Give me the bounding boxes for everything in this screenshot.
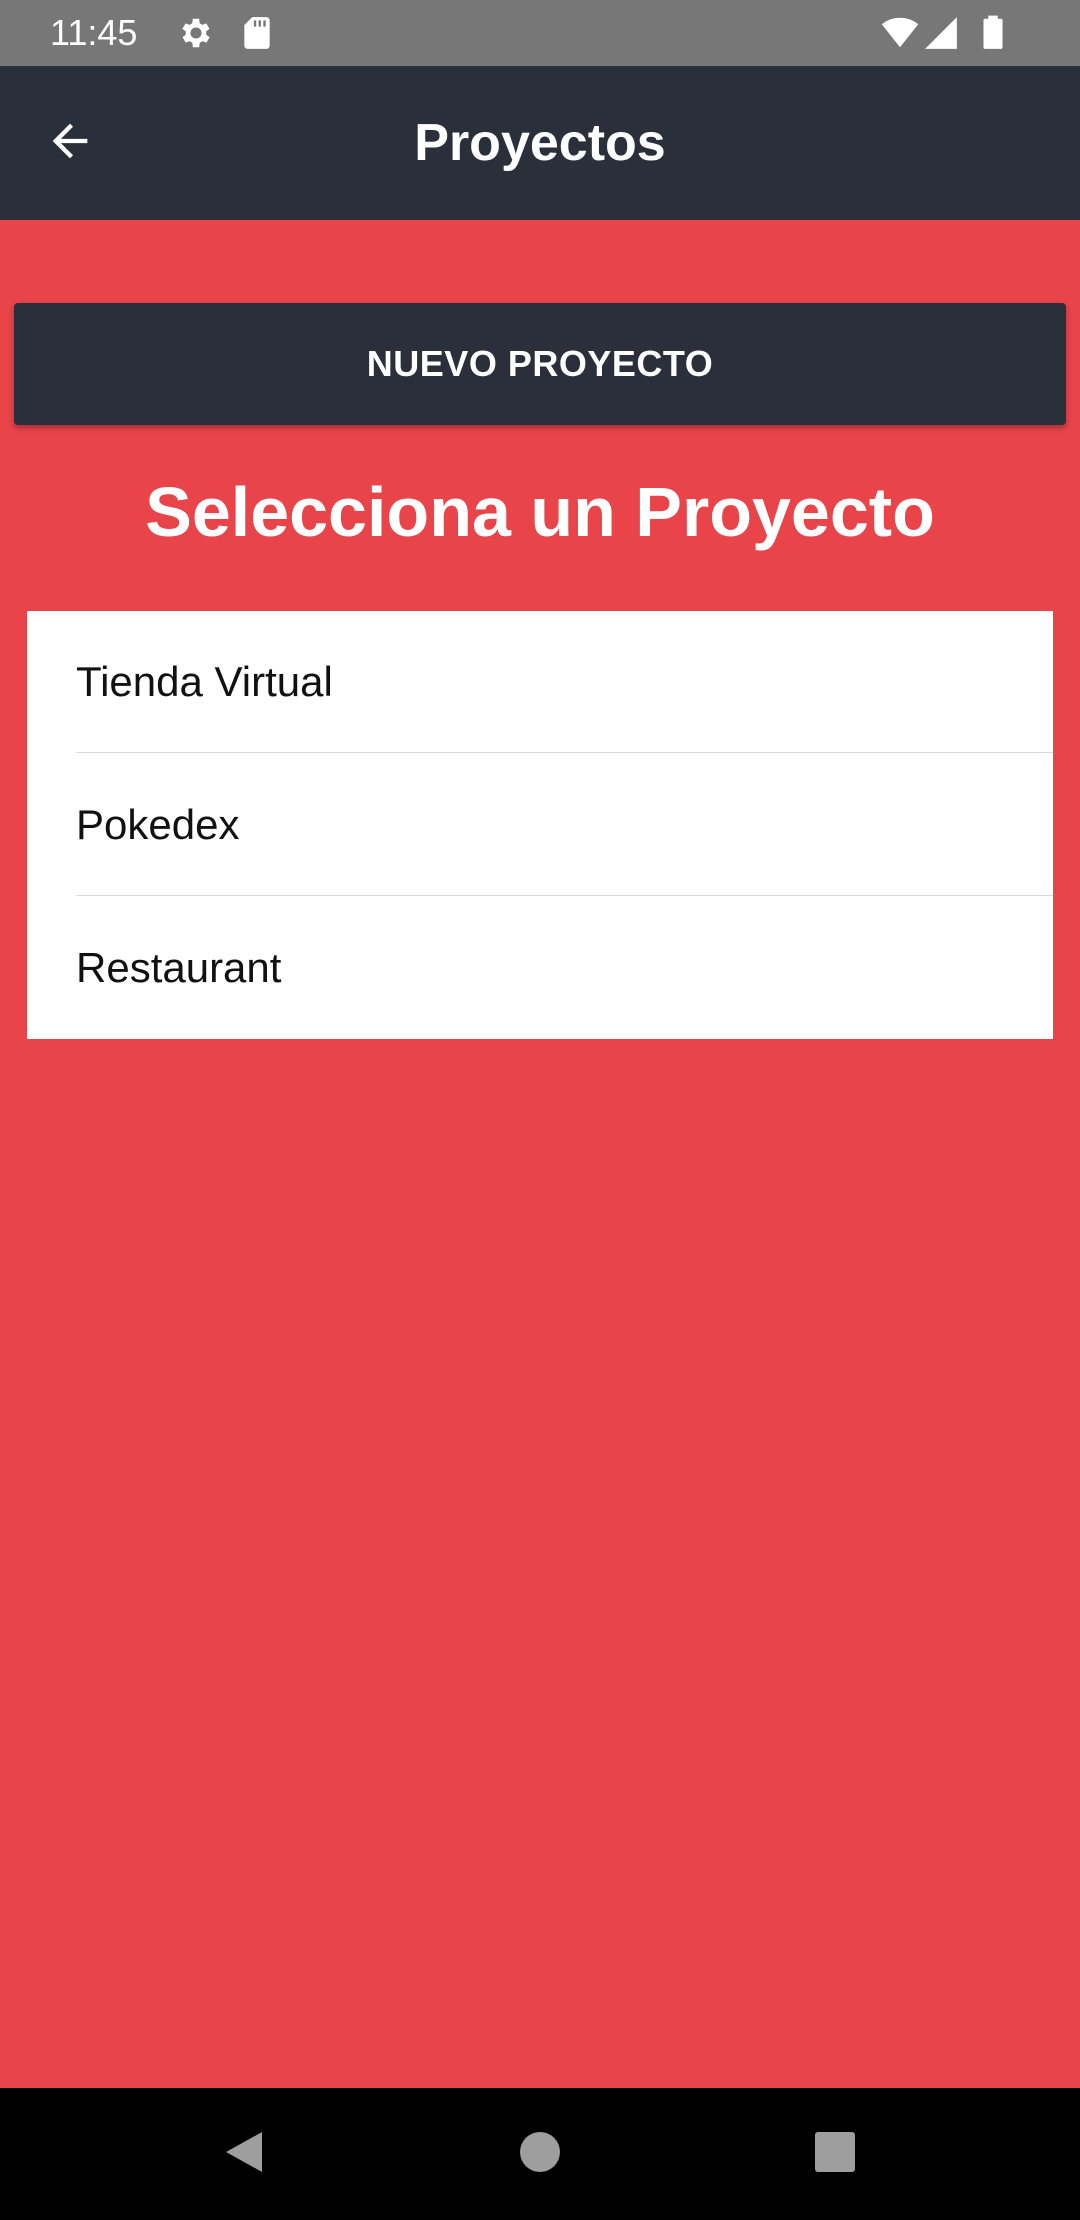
app-bar: Proyectos: [0, 66, 1080, 220]
nav-home-button[interactable]: [510, 2124, 570, 2184]
sd-card-icon: [238, 14, 276, 52]
nav-recents-button[interactable]: [805, 2124, 865, 2184]
list-item-label: Restaurant: [76, 943, 282, 991]
back-button[interactable]: [30, 103, 110, 183]
list-item-label: Pokedex: [76, 800, 240, 848]
page-title: Proyectos: [414, 114, 666, 172]
list-item[interactable]: Pokedex: [27, 753, 1053, 896]
navigation-bar: [0, 2088, 1080, 2220]
signal-icon: [922, 14, 960, 52]
status-time: 11:45: [50, 12, 138, 53]
arrow-left-icon: [44, 115, 96, 172]
list-item[interactable]: Restaurant: [27, 896, 1053, 1039]
wifi-icon: [880, 14, 919, 52]
section-heading: Selecciona un Proyecto: [145, 473, 935, 551]
battery-icon: [974, 14, 1012, 52]
nav-back-button[interactable]: [214, 2124, 274, 2184]
list-item[interactable]: Tienda Virtual: [27, 611, 1053, 753]
gear-icon: [177, 14, 215, 52]
list-item-label: Tienda Virtual: [76, 658, 333, 705]
recents-square-icon: [814, 2131, 856, 2178]
new-project-button[interactable]: NUEVO PROYECTO: [14, 303, 1066, 425]
home-circle-icon: [518, 2130, 562, 2179]
status-bar: 11:45: [0, 0, 1080, 66]
back-triangle-icon: [222, 2128, 266, 2181]
project-list: Tienda Virtual Pokedex Restaurant: [27, 611, 1053, 1039]
